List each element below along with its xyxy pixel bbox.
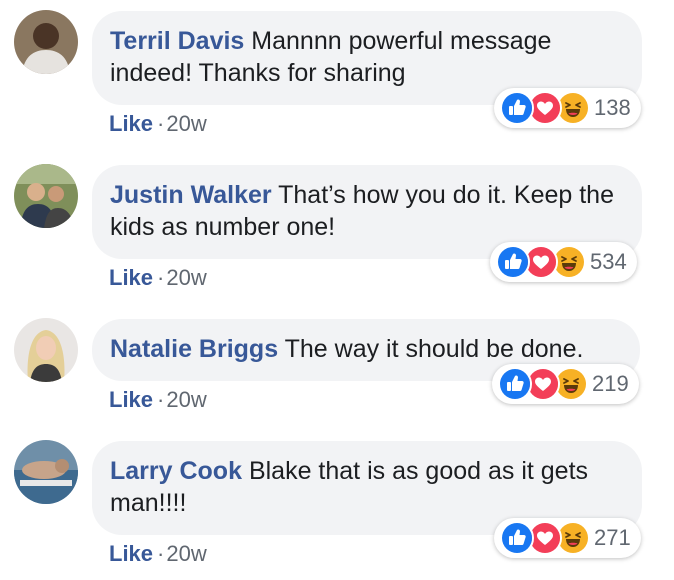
comment-author[interactable]: Terril Davis: [110, 27, 244, 55]
comment-author[interactable]: Justin Walker: [110, 181, 272, 209]
avatar[interactable]: [14, 318, 78, 382]
like-link[interactable]: Like: [109, 541, 153, 566]
comment-timestamp[interactable]: 20w: [166, 111, 206, 136]
comment-timestamp[interactable]: 20w: [166, 387, 206, 412]
reaction-count: 534: [590, 249, 627, 274]
comment-author[interactable]: Natalie Briggs: [110, 335, 278, 363]
meta-separator: ·: [157, 265, 165, 290]
like-reaction-icon: [498, 367, 532, 401]
comment-author[interactable]: Larry Cook: [110, 457, 242, 485]
meta-separator: ·: [157, 387, 165, 412]
reaction-count: 271: [594, 525, 631, 550]
comment-meta: Like ·20w: [109, 541, 207, 567]
like-reaction-icon: [500, 521, 534, 555]
comment-meta: Like ·20w: [109, 111, 207, 137]
reaction-summary[interactable]: 138: [494, 88, 641, 128]
reaction-summary[interactable]: 219: [492, 364, 639, 404]
reaction-count: 138: [594, 95, 631, 120]
meta-separator: ·: [157, 541, 165, 566]
avatar[interactable]: [14, 440, 78, 504]
meta-separator: ·: [157, 111, 165, 136]
comment-meta: Like ·20w: [109, 265, 207, 291]
like-reaction-icon: [500, 91, 534, 125]
avatar[interactable]: [14, 164, 78, 228]
like-reaction-icon: [496, 245, 530, 279]
comment-text: The way it should be done.: [284, 335, 584, 363]
like-link[interactable]: Like: [109, 387, 153, 412]
like-link[interactable]: Like: [109, 111, 153, 136]
like-link[interactable]: Like: [109, 265, 153, 290]
comment-timestamp[interactable]: 20w: [166, 265, 206, 290]
reaction-summary[interactable]: 271: [494, 518, 641, 558]
reaction-count: 219: [592, 371, 629, 396]
avatar[interactable]: [14, 10, 78, 74]
comment-meta: Like ·20w: [109, 387, 207, 413]
comment-timestamp[interactable]: 20w: [166, 541, 206, 566]
reaction-summary[interactable]: 534: [490, 242, 637, 282]
